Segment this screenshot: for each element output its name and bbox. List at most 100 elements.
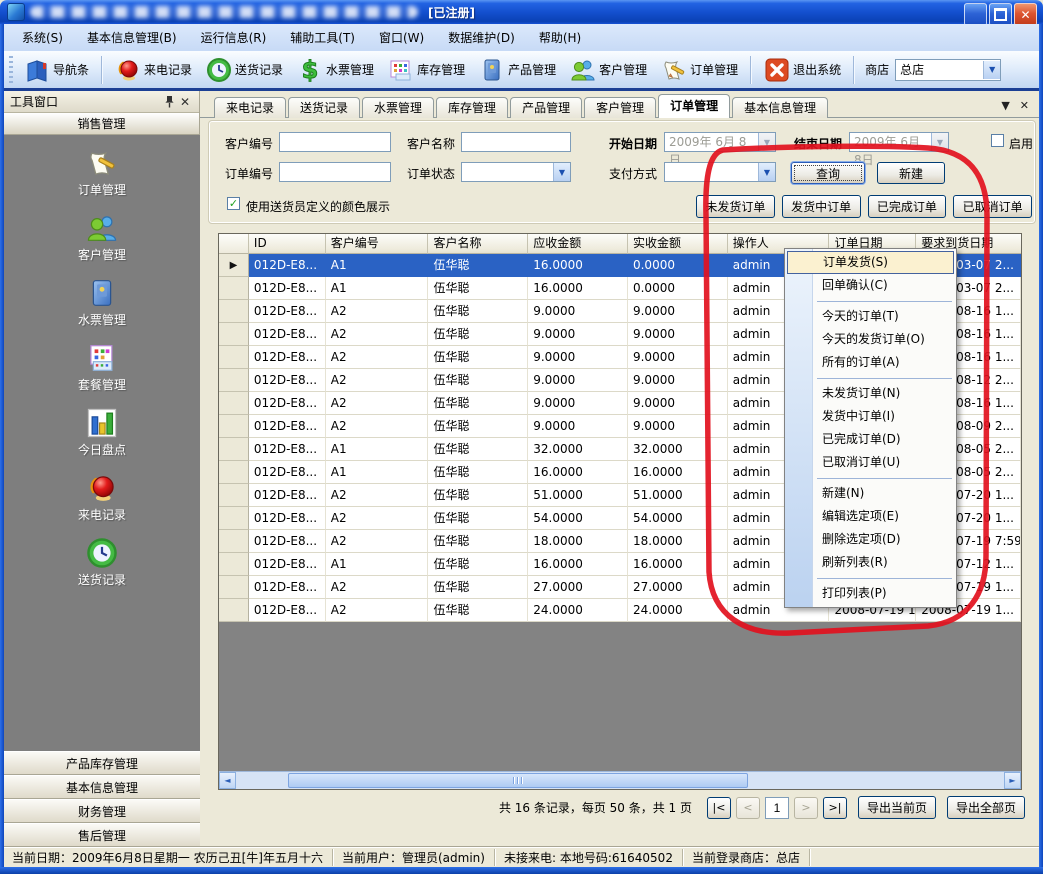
- enable-date-checkbox[interactable]: [991, 134, 1004, 147]
- row-selector-cell[interactable]: [219, 461, 249, 484]
- row-selector-cell[interactable]: [219, 323, 249, 346]
- export-current-page-button[interactable]: 导出当前页: [858, 796, 936, 819]
- toolbar-delivery-records-button[interactable]: 送货记录: [200, 54, 289, 86]
- document-tab[interactable]: 送货记录: [288, 97, 360, 118]
- chevron-down-icon[interactable]: ▼: [983, 61, 1000, 79]
- context-menu-item[interactable]: [785, 474, 956, 482]
- menu-data-maintenance[interactable]: 数据维护(D): [436, 26, 527, 49]
- sidebar-item-customer-management[interactable]: 客户管理: [78, 212, 126, 263]
- row-selector-cell[interactable]: [219, 300, 249, 323]
- export-all-pages-button[interactable]: 导出全部页: [947, 796, 1025, 819]
- prev-page-button[interactable]: <: [736, 797, 760, 819]
- sidebar-item-call-records[interactable]: 来电记录: [78, 472, 126, 523]
- context-menu-item[interactable]: 回单确认(C): [785, 274, 956, 297]
- close-button[interactable]: ✕: [1014, 3, 1037, 26]
- column-header-customer-no[interactable]: 客户编号: [326, 234, 429, 254]
- sidebar-group-sales[interactable]: 销售管理: [4, 113, 199, 135]
- order-status-filter-button[interactable]: 未发货订单: [696, 195, 775, 218]
- toolbar-call-records-button[interactable]: 来电记录: [109, 54, 198, 86]
- toolbar-inventory-button[interactable]: 库存管理: [382, 54, 471, 86]
- new-button[interactable]: 新建: [877, 162, 945, 184]
- page-number-input[interactable]: [765, 797, 789, 819]
- shop-combobox[interactable]: 总店 ▼: [895, 59, 1001, 81]
- context-menu-item[interactable]: 今天的发货订单(O): [785, 328, 956, 351]
- order-status-filter-button[interactable]: 已完成订单: [868, 195, 947, 218]
- toolbar-water-ticket-button[interactable]: $ 水票管理: [291, 54, 380, 86]
- context-menu-item[interactable]: 新建(N): [785, 482, 956, 505]
- sidebar-group-bar[interactable]: 售后管理: [4, 823, 200, 847]
- column-header-customer-name[interactable]: 客户名称: [428, 234, 528, 254]
- toolbar-grip[interactable]: [9, 56, 13, 84]
- row-selector-cell[interactable]: [219, 277, 249, 300]
- sidebar-group-bar[interactable]: 基本信息管理: [4, 775, 200, 799]
- column-header-id[interactable]: ID: [249, 234, 326, 254]
- pin-icon[interactable]: [161, 94, 177, 110]
- start-date-picker[interactable]: 2009年 6月 8日 ▼: [664, 132, 776, 152]
- context-menu-item[interactable]: 发货中订单(I): [785, 405, 956, 428]
- document-tab[interactable]: 水票管理: [362, 97, 434, 118]
- column-header-received[interactable]: 实收金额: [628, 234, 728, 254]
- context-menu-item[interactable]: 今天的订单(T): [785, 305, 956, 328]
- context-menu-item[interactable]: [785, 574, 956, 582]
- order-status-filter-button[interactable]: 发货中订单: [782, 195, 861, 218]
- context-menu-item[interactable]: 订单发货(S): [787, 251, 954, 274]
- row-selector-cell[interactable]: [219, 369, 249, 392]
- menu-help[interactable]: 帮助(H): [527, 26, 593, 49]
- menu-system[interactable]: 系统(S): [10, 26, 75, 49]
- sidebar-item-combo-management[interactable]: 套餐管理: [78, 342, 126, 393]
- customer-name-input[interactable]: [461, 132, 571, 152]
- toolbar-order-button[interactable]: 订单管理: [655, 54, 744, 86]
- end-date-picker[interactable]: 2009年 6月 8日 ▼: [849, 132, 949, 152]
- toolbar-customer-button[interactable]: 客户管理: [564, 54, 653, 86]
- document-tab[interactable]: 产品管理: [510, 97, 582, 118]
- horizontal-scrollbar[interactable]: ◄ ►: [219, 771, 1021, 789]
- sidebar-item-order-management[interactable]: 订单管理: [78, 147, 126, 198]
- document-tab[interactable]: 基本信息管理: [732, 97, 828, 118]
- sidebar-item-today-inventory[interactable]: 今日盘点: [78, 407, 126, 458]
- context-menu-item[interactable]: [785, 374, 956, 382]
- context-menu-item[interactable]: 删除选定项(D): [785, 528, 956, 551]
- sidebar-item-delivery-records[interactable]: 送货记录: [78, 537, 126, 588]
- maximize-button[interactable]: [989, 3, 1012, 26]
- tab-list-dropdown-icon[interactable]: ▼: [1001, 99, 1009, 112]
- menu-aux-tools[interactable]: 辅助工具(T): [278, 26, 367, 49]
- scroll-right-icon[interactable]: ►: [1004, 772, 1021, 789]
- row-selector-cell[interactable]: [219, 392, 249, 415]
- row-selector-cell[interactable]: [219, 346, 249, 369]
- sidebar-group-bar[interactable]: 财务管理: [4, 799, 200, 823]
- toolbar-exit-button[interactable]: 退出系统: [758, 54, 847, 86]
- context-menu-item[interactable]: 所有的订单(A): [785, 351, 956, 374]
- row-selector-cell[interactable]: [219, 576, 249, 599]
- tab-close-icon[interactable]: ✕: [1020, 99, 1029, 112]
- document-tab[interactable]: 订单管理: [658, 94, 730, 118]
- first-page-button[interactable]: |<: [707, 797, 731, 819]
- row-selector-cell[interactable]: [219, 438, 249, 461]
- close-icon[interactable]: ✕: [177, 94, 193, 110]
- toolbar-product-button[interactable]: 产品管理: [473, 54, 562, 86]
- context-menu-item[interactable]: 打印列表(P): [785, 582, 956, 605]
- document-tab[interactable]: 来电记录: [214, 97, 286, 118]
- sidebar-item-water-ticket-management[interactable]: 水票管理: [78, 277, 126, 328]
- column-header-receivable[interactable]: 应收金额: [528, 234, 628, 254]
- document-tab[interactable]: 客户管理: [584, 97, 656, 118]
- toolbar-navigator-button[interactable]: 导航条: [18, 54, 95, 86]
- next-page-button[interactable]: >: [794, 797, 818, 819]
- delivery-color-checkbox[interactable]: ✓: [227, 197, 240, 210]
- order-status-select[interactable]: ▼: [461, 162, 571, 182]
- row-selector-cell[interactable]: [219, 553, 249, 576]
- row-selector-cell[interactable]: [219, 254, 249, 277]
- menu-runtime-info[interactable]: 运行信息(R): [189, 26, 279, 49]
- row-selector-cell[interactable]: [219, 530, 249, 553]
- context-menu-item[interactable]: 已取消订单(U): [785, 451, 956, 474]
- row-selector-cell[interactable]: [219, 599, 249, 622]
- scroll-left-icon[interactable]: ◄: [219, 772, 236, 789]
- minimize-button[interactable]: _: [964, 3, 987, 26]
- menu-basic-info[interactable]: 基本信息管理(B): [75, 26, 189, 49]
- context-menu-item[interactable]: 未发货订单(N): [785, 382, 956, 405]
- menu-window[interactable]: 窗口(W): [367, 26, 436, 49]
- context-menu-item[interactable]: 已完成订单(D): [785, 428, 956, 451]
- query-button[interactable]: 查询: [791, 162, 865, 184]
- row-selector-cell[interactable]: [219, 415, 249, 438]
- order-no-input[interactable]: [279, 162, 391, 182]
- context-menu-item[interactable]: [785, 297, 956, 305]
